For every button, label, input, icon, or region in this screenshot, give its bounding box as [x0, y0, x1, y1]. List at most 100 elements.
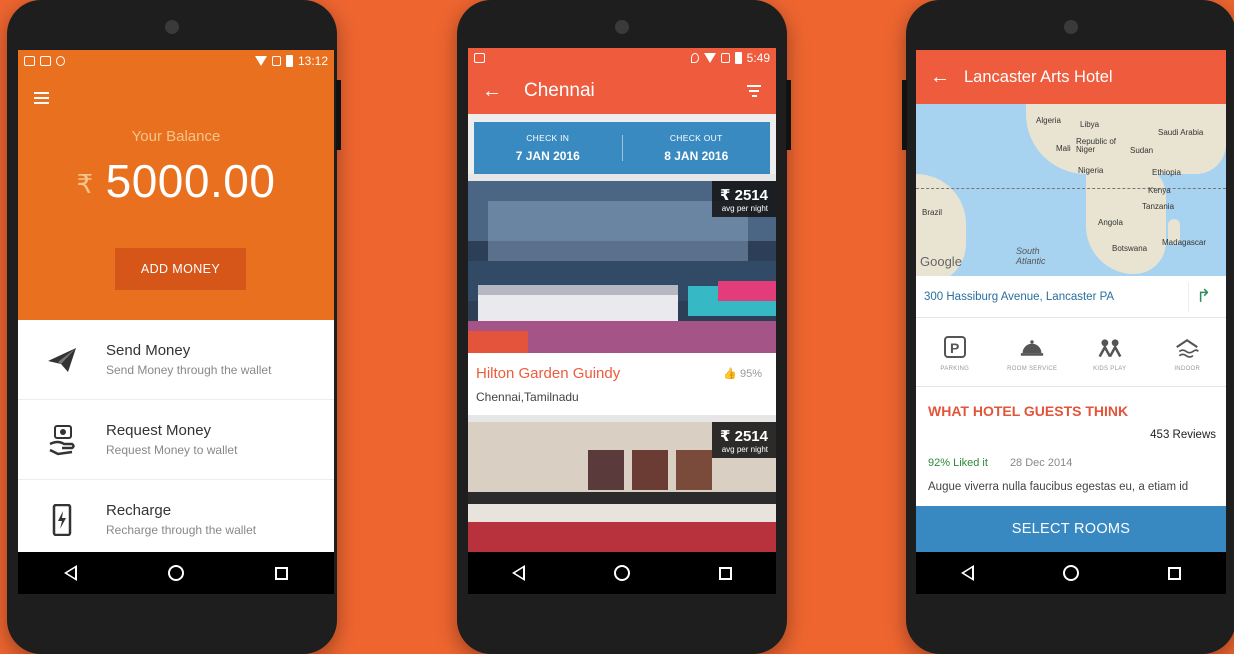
home-icon[interactable] [613, 565, 630, 581]
battery-icon [285, 55, 293, 67]
battery-icon [734, 52, 742, 64]
back-icon[interactable] [512, 565, 526, 581]
filter-icon[interactable] [746, 82, 762, 100]
amenity-kids-play: KIDS PLAY [1079, 336, 1141, 372]
map-label: Nigeria [1078, 166, 1104, 175]
map[interactable]: Algeria Libya Saudi Arabia Mali Republic… [916, 104, 1226, 276]
amenities: P PARKING ROOM SERVICE KIDS PLAY INDOOR [916, 318, 1226, 387]
amenity-label: PARKING [940, 366, 970, 372]
back-arrow-icon[interactable]: ← [482, 80, 502, 103]
status-time: 13:12 [297, 54, 328, 68]
list-item-subtitle: Request Money to wallet [106, 443, 238, 457]
map-label: Angola [1098, 218, 1123, 227]
status-bar: 5:49 [468, 48, 776, 68]
back-arrow-icon[interactable]: ← [930, 66, 950, 89]
phone-side-button [336, 80, 341, 150]
price: ₹ 2514 [720, 187, 768, 204]
status-time: 5:49 [746, 51, 770, 65]
phone-speaker [615, 20, 629, 34]
balance-amount: ₹5000.00 [18, 154, 334, 208]
date-selector: CHECK IN 7 JAN 2016 CHECK OUT 8 JAN 2016 [468, 114, 776, 174]
amenity-label: ROOM SERVICE [1007, 366, 1058, 372]
price-subtitle: avg per night [721, 204, 768, 213]
map-equator [916, 188, 1226, 189]
hotel-like-percent: 95% [739, 368, 762, 380]
app-bar: ← Lancaster Arts Hotel [916, 50, 1226, 104]
indoor-pool-icon [1175, 336, 1200, 360]
room-service-icon [1020, 336, 1044, 360]
check-in-date: 7 JAN 2016 [515, 149, 580, 163]
map-label: Botswana [1112, 244, 1148, 253]
home-icon[interactable] [1062, 565, 1079, 581]
address-row: 300 Hassiburg Avenue, Lancaster PA ↱ [916, 276, 1226, 318]
menu-icon[interactable] [34, 92, 49, 107]
recent-apps-icon[interactable] [1168, 566, 1182, 580]
review-meta: 92% Liked it 28 Dec 2014 [916, 441, 1226, 469]
phone-speaker [165, 20, 179, 34]
review-date: 28 Dec 2014 [1009, 457, 1073, 469]
chat-notification-icon [40, 56, 51, 66]
hotel-card[interactable]: ₹ 2514 avg per night Hilton Garden Guind… [468, 181, 776, 415]
map-label: Libya [1080, 120, 1100, 129]
hotel-detail-screen: ← Lancaster Arts Hotel Algeria Libya Sau… [916, 50, 1226, 594]
amenity-label: KIDS PLAY [1093, 366, 1127, 372]
svg-text:P: P [950, 340, 959, 356]
balance-label: Your Balance [131, 128, 221, 145]
phone-side-button [786, 80, 791, 150]
review-count[interactable]: 453 Reviews [916, 419, 1226, 441]
list-item-subtitle: Recharge through the wallet [106, 523, 257, 537]
no-signal-icon [720, 53, 730, 63]
page-title: Lancaster Arts Hotel [964, 67, 1113, 86]
page-title: Chennai [524, 80, 595, 101]
map-label: Saudi Arabia [1158, 128, 1204, 137]
recent-apps-icon[interactable] [718, 566, 732, 580]
amenity-indoor: INDOOR [1156, 336, 1218, 372]
list-item-title: Send Money [106, 342, 191, 359]
back-icon[interactable] [960, 565, 974, 581]
hotel-rating: 👍 95% [723, 367, 762, 380]
map-label: Sudan [1130, 146, 1154, 155]
location-notification-icon [56, 56, 65, 66]
location-icon [690, 53, 699, 63]
map-label: Mali [1056, 144, 1071, 153]
list-item-request-money[interactable]: Request Money Request Money to wallet [18, 400, 334, 480]
list-item-send-money[interactable]: Send Money Send Money through the wallet [18, 320, 334, 400]
hotel-info: Hilton Garden Guindy Chennai,Tamilnadu 👍… [468, 353, 776, 415]
android-nav-bar [916, 552, 1226, 594]
balance-value: 5000.00 [105, 155, 276, 207]
hotel-address[interactable]: 300 Hassiburg Avenue, Lancaster PA [924, 291, 1188, 303]
price: ₹ 2514 [720, 428, 768, 445]
map-label: Brazil [922, 208, 943, 217]
check-in[interactable]: CHECK IN 7 JAN 2016 [474, 133, 622, 163]
hotel-list-screen: 5:49 ← Chennai CHECK IN 7 JAN 2016 CHECK… [468, 48, 776, 594]
list-item-title: Recharge [106, 502, 172, 519]
phone-recharge-icon [46, 503, 78, 536]
parking-icon: P [943, 336, 967, 360]
home-icon[interactable] [167, 565, 184, 581]
image-notification-icon [474, 53, 485, 63]
thumbs-up-icon: 👍 [723, 368, 737, 380]
price-subtitle: avg per night [721, 445, 768, 454]
paper-plane-icon [46, 344, 78, 376]
phone-hotel-detail: ← Lancaster Arts Hotel Algeria Libya Sau… [902, 0, 1234, 654]
recent-apps-icon[interactable] [275, 566, 289, 580]
liked-percent: 92% Liked it [928, 457, 988, 469]
wallet-header: 13:12 Your Balance ₹5000.00 ADD MONEY [18, 50, 334, 320]
review-text: Augue viverra nulla faucibus egestas eu,… [928, 481, 1189, 493]
directions-icon[interactable]: ↱ [1188, 281, 1218, 312]
select-rooms-button[interactable]: SELECT ROOMS [916, 506, 1226, 552]
price-tag: ₹ 2514 avg per night [712, 181, 776, 217]
back-icon[interactable] [63, 565, 77, 581]
section-title: WHAT HOTEL GUESTS THINK [928, 403, 1129, 419]
amenity-room-service: ROOM SERVICE [1001, 336, 1063, 372]
hotel-photo: ₹ 2514 avg per night [468, 181, 776, 353]
android-nav-bar [468, 552, 776, 594]
list-item-recharge[interactable]: Recharge Recharge through the wallet [18, 480, 334, 560]
check-out[interactable]: CHECK OUT 8 JAN 2016 [623, 133, 771, 163]
map-label: South Atlantic [1016, 246, 1046, 266]
map-label: Tanzania [1142, 202, 1175, 211]
add-money-button[interactable]: ADD MONEY [115, 248, 246, 290]
wifi-icon [254, 56, 267, 66]
list-item-subtitle: Send Money through the wallet [106, 363, 272, 377]
android-nav-bar [18, 552, 334, 594]
